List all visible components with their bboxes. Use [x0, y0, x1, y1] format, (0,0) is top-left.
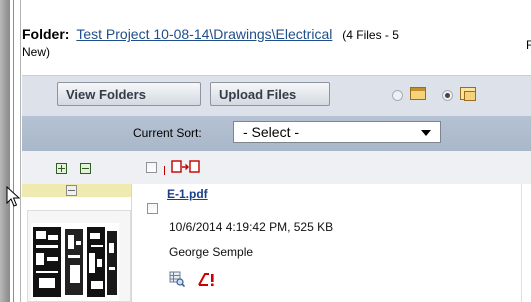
select-all-checkbox[interactable]: [146, 162, 157, 173]
view-tiles-radio[interactable]: [442, 90, 453, 101]
tree-node-strip: [22, 184, 131, 197]
chevron-down-icon: [421, 130, 431, 136]
markup-alert-icon[interactable]: [197, 271, 217, 287]
frame-divider-inner: [20, 0, 21, 302]
list-view-icon: [410, 87, 426, 100]
folder-label: Folder:: [22, 26, 70, 42]
upload-files-button[interactable]: Upload Files: [210, 82, 330, 106]
clipped-text: F: [526, 38, 531, 52]
window-frame-left: [0, 0, 10, 302]
toolbar: View Folders Upload Files: [22, 75, 531, 116]
file-count: (4 Files - 5: [342, 28, 399, 42]
sort-bar: Current Sort: - Select -: [22, 116, 531, 151]
tiles-view-icon: [460, 87, 476, 101]
sort-select[interactable]: - Select -: [233, 121, 441, 143]
sort-label: Current Sort:: [133, 126, 202, 140]
folder-path-link[interactable]: Test Project 10-08-14\Drawings\Electrica…: [76, 26, 332, 42]
file-count-cont: New): [22, 45, 51, 59]
file-author: George Semple: [169, 245, 254, 259]
sort-select-value: - Select -: [243, 124, 300, 140]
collapse-node-icon[interactable]: [66, 185, 77, 196]
copy-move-icon[interactable]: [171, 160, 201, 174]
separator-bar: [164, 166, 165, 175]
minus-icon[interactable]: [80, 163, 91, 174]
frame-divider: [13, 0, 14, 302]
file-thumbnail-frame[interactable]: [27, 210, 131, 302]
view-list-radio[interactable]: [392, 90, 403, 101]
plus-icon[interactable]: [56, 163, 67, 174]
file-item: E-1.pdf 10/6/2014 4:19:42 PM, 525 KB Geo…: [131, 184, 522, 302]
file-checkbox[interactable]: [147, 203, 158, 214]
mouse-cursor-icon: [6, 186, 20, 207]
file-date-size: 10/6/2014 4:19:42 PM, 525 KB: [169, 220, 334, 234]
file-name-link[interactable]: E-1.pdf: [167, 187, 208, 201]
tree-header: [22, 151, 131, 184]
view-folders-button[interactable]: View Folders: [57, 82, 201, 106]
folder-header: Folder: Test Project 10-08-14\Drawings\E…: [22, 26, 522, 61]
view-details-icon[interactable]: [169, 271, 185, 287]
file-thumbnail: [31, 223, 119, 301]
